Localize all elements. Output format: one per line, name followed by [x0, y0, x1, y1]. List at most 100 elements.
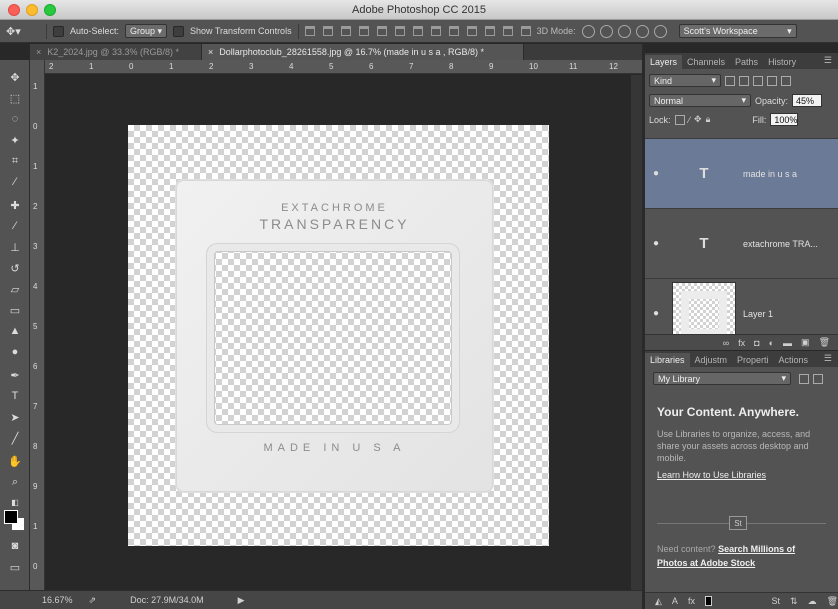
auto-select-checkbox[interactable] [53, 25, 64, 37]
history-brush-tool-icon[interactable]: ↺ [7, 261, 23, 275]
lock-all-icon[interactable]: 🔒︎ [706, 114, 711, 125]
path-selection-tool-icon[interactable]: ➤ [7, 410, 23, 424]
layer-name[interactable]: made in u s a [743, 169, 797, 179]
gradient-tool-icon[interactable]: ▭ [7, 303, 23, 317]
tab-dollarphotoclub[interactable]: × Dollarphotoclub_28261558.jpg @ 16.7% (… [202, 44, 524, 60]
trash-icon[interactable]: 🗑︎ [827, 596, 838, 607]
distribute-center-icon[interactable] [484, 26, 495, 36]
filter-pixel-icon[interactable] [725, 75, 735, 86]
zoom-tool-icon[interactable]: ⌕ [7, 475, 23, 489]
filter-smart-object-icon[interactable] [781, 75, 791, 86]
learn-libraries-link[interactable]: Learn How to Use Libraries [657, 470, 766, 480]
tab-layers[interactable]: Layers [645, 55, 683, 69]
foreground-color-swatch[interactable] [4, 510, 18, 524]
new-layer-icon[interactable]: ▣ [801, 337, 810, 348]
library-dropdown[interactable]: My Library ▾ [653, 372, 791, 385]
blend-mode-dropdown[interactable]: Normal ▾ [649, 94, 751, 107]
pan-3d-icon[interactable] [617, 24, 631, 38]
fx-icon[interactable]: fx [738, 338, 745, 348]
tab-properties[interactable]: Properti [732, 353, 774, 367]
link-layers-icon[interactable]: ∞ [723, 338, 729, 348]
move-tool-icon[interactable]: ✥ [7, 70, 23, 84]
share-icon[interactable]: ⇗ [89, 595, 97, 606]
tab-history[interactable]: History [763, 55, 801, 69]
lock-pixels-icon[interactable] [674, 114, 685, 125]
align-middle-icon[interactable] [322, 26, 333, 36]
status-menu-arrow-icon[interactable]: ▶ [238, 595, 245, 606]
layer-row-extachrome[interactable]: ● T extachrome TRA... [645, 208, 838, 278]
crop-tool-icon[interactable]: ⌗ [7, 154, 23, 168]
trash-icon[interactable]: 🗑︎ [819, 337, 830, 348]
add-layer-style-icon[interactable]: fx [688, 596, 695, 606]
layer-name[interactable]: Layer 1 [743, 309, 773, 319]
adjustment-layer-icon[interactable]: ◐ [769, 338, 774, 348]
filter-type-icon[interactable] [753, 75, 763, 86]
layer-name[interactable]: extachrome TRA... [743, 239, 818, 249]
distribute-middle-icon[interactable] [430, 26, 441, 36]
default-colors-icon[interactable]: ◧ [7, 495, 23, 509]
align-center-icon[interactable] [376, 26, 387, 36]
dodge-tool-icon[interactable]: ● [7, 345, 23, 359]
healing-brush-tool-icon[interactable]: ✚ [7, 198, 23, 212]
filter-shape-icon[interactable] [767, 75, 777, 86]
close-tab-icon[interactable]: × [36, 47, 41, 57]
tab-actions[interactable]: Actions [774, 353, 814, 367]
screen-mode-icon[interactable]: ▭ [7, 560, 23, 574]
line-tool-icon[interactable]: ╱ [7, 431, 23, 445]
visibility-eye-icon[interactable]: ● [645, 168, 667, 179]
grid-view-icon[interactable] [799, 373, 809, 384]
tab-paths[interactable]: Paths [730, 55, 763, 69]
blur-tool-icon[interactable]: ▲ [7, 324, 23, 338]
stock-footer-icon[interactable]: St [772, 596, 781, 606]
new-group-icon[interactable]: ▬ [783, 338, 792, 348]
orbit-3d-icon[interactable] [581, 24, 595, 38]
align-left-icon[interactable] [358, 26, 369, 36]
show-transform-checkbox[interactable] [173, 25, 185, 37]
layer-filter-dropdown[interactable]: Kind ▾ [649, 74, 721, 87]
close-tab-icon[interactable]: × [208, 47, 213, 57]
visibility-eye-icon[interactable]: ● [645, 308, 667, 319]
pen-tool-icon[interactable]: ✒ [7, 368, 23, 382]
add-foreground-color-icon[interactable] [704, 596, 712, 606]
cloud-icon[interactable]: ☁ [808, 596, 817, 607]
lasso-tool-icon[interactable]: ◌ [7, 112, 23, 126]
eraser-tool-icon[interactable]: ▱ [7, 282, 23, 296]
align-bottom-icon[interactable] [340, 26, 351, 36]
add-mask-icon[interactable]: ◘ [754, 338, 759, 348]
magic-wand-tool-icon[interactable]: ✦ [7, 133, 23, 147]
tab-libraries[interactable]: Libraries [645, 353, 690, 367]
slide-3d-icon[interactable] [635, 24, 649, 38]
brush-tool-icon[interactable]: ⁄ [7, 219, 23, 233]
marquee-tool-icon[interactable]: ⬚ [7, 91, 23, 105]
align-right-icon[interactable] [394, 26, 405, 36]
panel-menu-icon[interactable]: ☰ [824, 353, 832, 364]
scale-3d-icon[interactable] [653, 24, 667, 38]
add-graphic-icon[interactable]: ◭ [655, 596, 662, 607]
roll-3d-icon[interactable] [599, 24, 613, 38]
distribute-bottom-icon[interactable] [448, 26, 459, 36]
auto-align-icon[interactable] [520, 26, 531, 36]
document-canvas[interactable]: EXTACHROME TRANSPARENCY MADE IN U S A [128, 125, 549, 546]
panel-menu-icon[interactable]: ☰ [824, 55, 832, 66]
layer-row-made-in-usa[interactable]: ● T made in u s a [645, 138, 838, 208]
distribute-top-icon[interactable] [412, 26, 423, 36]
align-top-icon[interactable] [304, 26, 315, 36]
quick-mask-icon[interactable]: ◙ [7, 539, 23, 553]
distribute-right-icon[interactable] [502, 26, 513, 36]
vertical-scrollbar[interactable] [631, 75, 642, 590]
tab-adjustments[interactable]: Adjustm [690, 353, 733, 367]
fill-field[interactable]: 100% [770, 113, 799, 126]
add-character-style-icon[interactable]: A [672, 596, 678, 606]
clone-stamp-tool-icon[interactable]: ⊥ [7, 240, 23, 254]
tab-k2-2024[interactable]: × K2_2024.jpg @ 33.3% (RGB/8) * [30, 44, 202, 60]
hand-tool-icon[interactable]: ✋ [7, 454, 23, 468]
document-workspace[interactable]: EXTACHROME TRANSPARENCY MADE IN U S A [46, 75, 631, 590]
zoom-level[interactable]: 16.67% [42, 595, 73, 605]
auto-select-dropdown[interactable]: Group ▾ [125, 24, 168, 38]
list-view-icon[interactable] [813, 373, 823, 384]
lock-image-icon[interactable]: ⁄ [689, 115, 691, 125]
sync-icon[interactable]: ⇅ [790, 596, 798, 607]
tab-channels[interactable]: Channels [682, 55, 730, 69]
visibility-eye-icon[interactable]: ● [645, 238, 667, 249]
opacity-field[interactable]: 45% [792, 94, 823, 107]
